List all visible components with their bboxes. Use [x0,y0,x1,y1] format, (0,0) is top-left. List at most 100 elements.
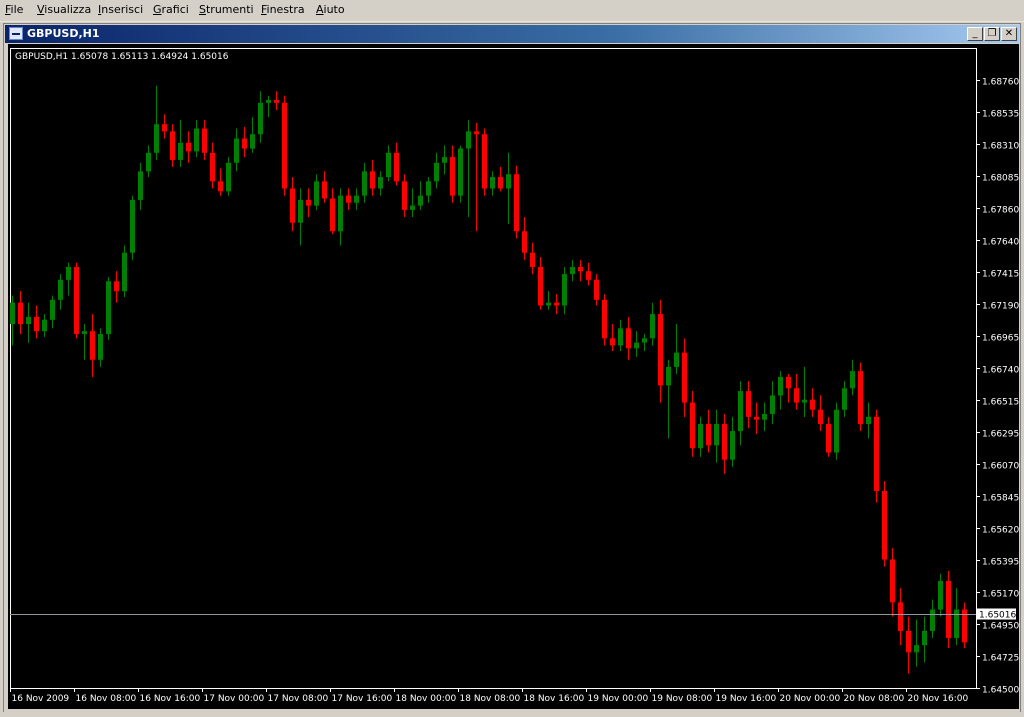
x-tick-label: 18 Nov 00:00 [396,694,457,704]
price-chart[interactable]: 1.68760 1.68535 1.68310 1.68085 1.67860 1.676… [8,44,1019,709]
candle-body [730,431,735,460]
menu-item-inserisci[interactable]: Inserisci [98,3,143,16]
candle-body [818,409,823,424]
candle-body [890,559,895,603]
candle-body [882,491,887,560]
x-tick-label: 20 Nov 16:00 [908,694,969,704]
current-price-label: 1.65016 [979,611,1016,621]
y-tick-label: 1.67190 [982,302,1019,312]
candle-body [802,399,807,403]
x-tick-label: 17 Nov 00:00 [204,694,265,704]
y-tick-label: 1.66965 [982,334,1019,344]
candle-body [722,423,727,460]
candle-body [490,177,495,189]
y-tick-label: 1.65620 [982,526,1019,536]
candle-body [18,302,23,325]
chart-info-line: GBPUSD,H1 1.65078 1.65113 1.64924 1.6501… [15,52,229,62]
candle-body [186,142,191,152]
y-tick-label: 1.64500 [982,686,1019,696]
candle-body [546,302,551,306]
window-titlebar[interactable]: GBPUSD,H1 _ ❐ ✕ [5,25,1019,43]
chart-canvas[interactable]: 1.68760 1.68535 1.68310 1.68085 1.67860 1.676… [8,44,1019,709]
candle-body [714,423,719,446]
candle-body [442,157,447,163]
menu-item-visualizza[interactable]: Visualizza [37,3,91,16]
menu-item-finestra[interactable]: Finestra [261,3,305,16]
candle-body [594,279,599,300]
x-tick-label: 20 Nov 08:00 [844,694,905,704]
candle-body [10,302,15,325]
candle-body [202,128,207,153]
candle-body [666,366,671,386]
candle-body [226,162,231,192]
candle-body [386,152,391,178]
candle-body [474,131,479,135]
candle-body [602,299,607,339]
candle-body [690,402,695,449]
candle-body [378,177,383,189]
candle-body [338,195,343,232]
candle-body [682,352,687,403]
candle-body [578,266,583,272]
y-tick-label: 1.64725 [982,654,1019,664]
candle-body [402,181,407,210]
candle-body [762,413,767,420]
menu-item-aiuto[interactable]: Aiuto [316,3,345,16]
candle-body [178,142,183,160]
candle-body [866,416,871,424]
candle-body [898,602,903,631]
y-tick-label: 1.66295 [982,430,1019,440]
candle-body [322,181,327,199]
candle-body [650,314,655,339]
close-button[interactable]: ✕ [1001,27,1017,41]
restore-button[interactable]: ❐ [984,27,1000,41]
y-tick-label: 1.68535 [982,110,1019,120]
menu-item-grafici[interactable]: Grafici [153,3,189,16]
candle-body [98,334,103,360]
candle-body [946,580,951,639]
minimize-button[interactable]: _ [967,27,983,41]
x-tick-label: 20 Nov 00:00 [780,694,841,704]
candle-body [290,188,295,223]
candle-body [434,162,439,182]
candle-body [778,376,783,396]
candle-body [522,231,527,253]
x-tick-label: 17 Nov 08:00 [268,694,329,704]
candle-body [210,152,215,182]
candle-body [610,338,615,346]
y-tick-label: 1.68760 [982,78,1019,88]
x-tick-label: 18 Nov 16:00 [524,694,585,704]
candle-body [234,138,239,163]
x-tick-label: 16 Nov 08:00 [76,694,137,704]
candle-body [906,630,911,653]
candle-body [466,131,471,149]
y-tick-label: 1.65845 [982,494,1019,504]
candle-body [586,271,591,280]
y-tick-label: 1.67860 [982,206,1019,216]
candle-body [130,199,135,253]
candle-body [314,181,319,206]
candle-body [34,316,39,332]
y-tick-label: 1.67640 [982,238,1019,248]
candle-body [954,609,959,639]
candle-body [250,134,255,149]
candle-body [530,252,535,267]
candle-body [698,423,703,449]
candle-body [74,266,79,335]
candle-body [842,388,847,410]
x-tick-label: 19 Nov 08:00 [652,694,713,704]
candle-body [482,134,487,189]
candle-body [554,302,559,306]
candle-body [618,328,623,346]
y-tick-label: 1.68310 [982,142,1019,152]
menu-item-strumenti[interactable]: Strumenti [199,3,254,16]
menu-item-file[interactable]: File [5,3,23,16]
candle-body [90,331,95,360]
window-title: GBPUSD,H1 [27,27,100,40]
candle-body [850,371,855,389]
candle-body [922,630,927,646]
y-tick-label: 1.65170 [982,590,1019,600]
x-tick-label: 19 Nov 16:00 [716,694,777,704]
candle-body [370,171,375,189]
candle-body [306,199,311,206]
